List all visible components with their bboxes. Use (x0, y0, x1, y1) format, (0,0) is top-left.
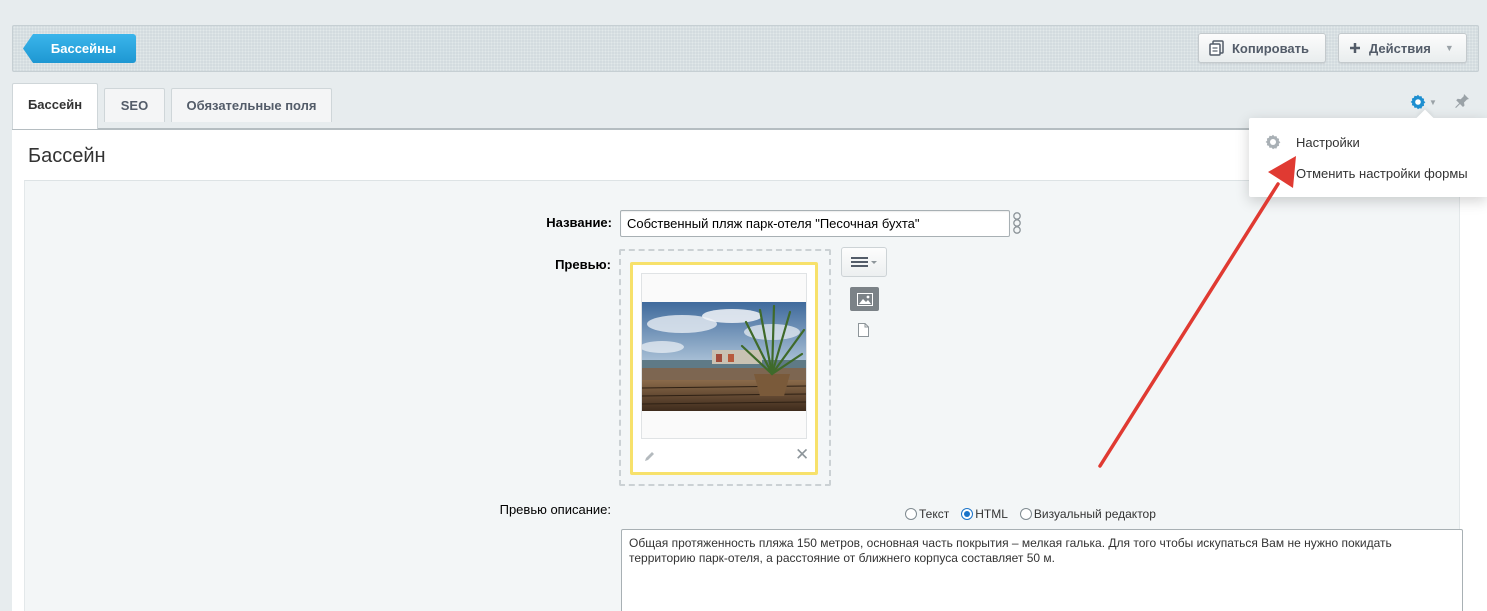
view-mode-menu-button[interactable] (841, 247, 887, 277)
pin-button[interactable] (1454, 93, 1470, 112)
preview-image (642, 302, 806, 411)
name-field[interactable] (620, 210, 1010, 237)
menu-item-reset-label: Отменить настройки формы (1296, 165, 1468, 181)
radio-html-label: HTML (975, 507, 1008, 521)
preview-description-label: Превью описание: (499, 502, 611, 517)
plus-icon (1350, 43, 1360, 53)
page-title: Бассейн (28, 145, 106, 167)
link-chain-icon[interactable] (1011, 211, 1023, 238)
description-type-selector: Текст HTML Визуальный редактор (905, 507, 1168, 521)
gear-icon (1410, 94, 1426, 110)
radio-html-control[interactable] (961, 508, 974, 520)
chevron-down-icon: ▼ (1429, 97, 1437, 107)
preview-label: Превью: (555, 257, 611, 272)
form-panel: Бассейн Название: Превью: (12, 128, 1487, 611)
radio-visual-editor-control[interactable] (1019, 508, 1032, 520)
image-icon (856, 292, 873, 306)
menu-item-settings[interactable]: Настройки (1249, 129, 1487, 155)
radio-html[interactable]: HTML (961, 507, 1008, 521)
gear-icon (1249, 134, 1296, 150)
image-card: ✕ (630, 262, 818, 475)
menu-item-reset-form-settings[interactable]: Отменить настройки формы (1249, 160, 1487, 186)
copy-button-label: Копировать (1232, 40, 1310, 56)
copy-button[interactable]: Копировать (1198, 33, 1326, 63)
tab-required-fields[interactable]: Обязательные поля (171, 88, 332, 122)
radio-text[interactable]: Текст (905, 507, 949, 521)
radio-text-label: Текст (919, 507, 950, 521)
chevron-down-icon: ▼ (1444, 43, 1454, 53)
actions-button-label: Действия (1369, 40, 1431, 56)
top-toolbar: Бассейны Копировать Действия ▼ (12, 25, 1479, 72)
menu-item-settings-label: Настройки (1296, 134, 1360, 150)
settings-popup-menu: Настройки Отменить настройки формы (1249, 118, 1487, 197)
image-dropzone[interactable]: ✕ (619, 249, 831, 486)
back-button[interactable]: Бассейны (23, 34, 136, 63)
tab-seo[interactable]: SEO (104, 88, 165, 122)
form-fields-area: Название: Превью: (24, 180, 1463, 611)
radio-visual-editor[interactable]: Визуальный редактор (1019, 507, 1156, 521)
menu-lines-icon (851, 257, 877, 267)
radio-visual-editor-label: Визуальный редактор (1033, 507, 1156, 521)
file-icon (858, 323, 869, 337)
actions-button[interactable]: Действия ▼ (1338, 33, 1467, 63)
image-frame (641, 273, 807, 439)
image-view-button[interactable] (850, 287, 879, 311)
form-settings-toggle[interactable]: ▼ (1410, 94, 1437, 110)
file-view-button[interactable] (858, 323, 869, 340)
edit-pencil-icon[interactable] (643, 450, 656, 466)
preview-description-textarea[interactable]: Общая протяженность пляжа 150 метров, ос… (621, 529, 1463, 611)
copy-icon (1209, 40, 1224, 56)
radio-text-control[interactable] (905, 508, 917, 520)
pin-icon (1455, 94, 1469, 108)
close-icon[interactable]: ✕ (795, 445, 809, 465)
name-label: Название: (546, 215, 612, 230)
tab-main[interactable]: Бассейн (12, 83, 98, 129)
